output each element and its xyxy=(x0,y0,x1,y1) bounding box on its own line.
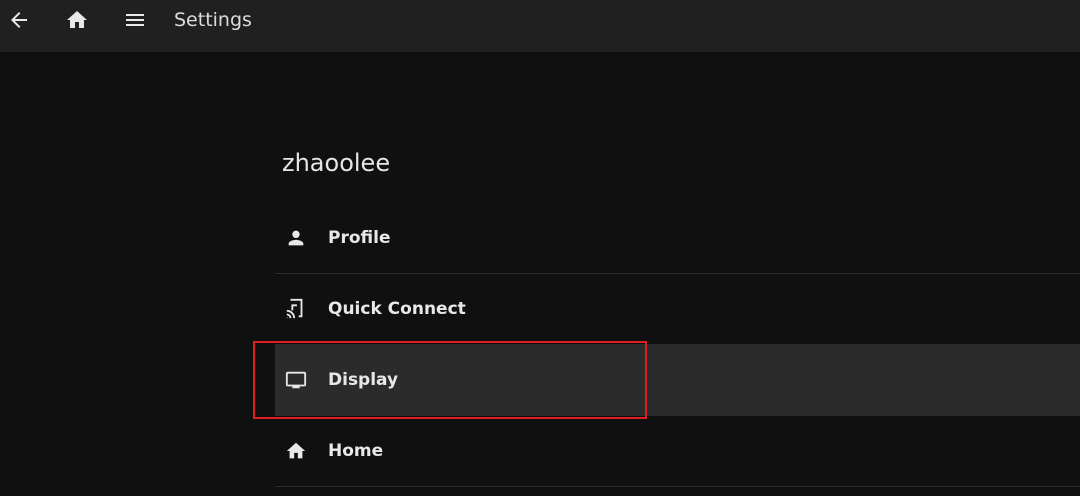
monitor-icon xyxy=(284,368,308,392)
home-icon xyxy=(284,439,308,463)
settings-item-label: Quick Connect xyxy=(328,299,466,319)
home-icon xyxy=(67,11,87,28)
menu-icon xyxy=(126,14,144,26)
page-title: Settings xyxy=(174,9,252,31)
settings-item-label: Display xyxy=(328,370,399,390)
settings-item-display[interactable]: Display xyxy=(275,345,1080,416)
settings-item-label: Home xyxy=(328,441,384,461)
menu-button[interactable] xyxy=(121,6,149,34)
settings-item-quick-connect[interactable]: Quick Connect xyxy=(275,274,1080,345)
username-heading: zhaoolee xyxy=(282,149,391,177)
top-app-bar: Settings xyxy=(0,0,1080,52)
person-icon xyxy=(284,226,308,250)
settings-item-profile[interactable]: Profile xyxy=(275,203,1080,274)
home-button[interactable] xyxy=(63,6,91,34)
back-button[interactable] xyxy=(5,6,33,34)
phonelink-cast-icon xyxy=(284,297,308,321)
settings-item-home[interactable]: Home xyxy=(275,416,1080,487)
settings-item-label: Profile xyxy=(328,228,391,248)
settings-list: Profile Quick Connect Display Home xyxy=(275,203,1080,487)
arrow-back-icon xyxy=(11,12,27,28)
